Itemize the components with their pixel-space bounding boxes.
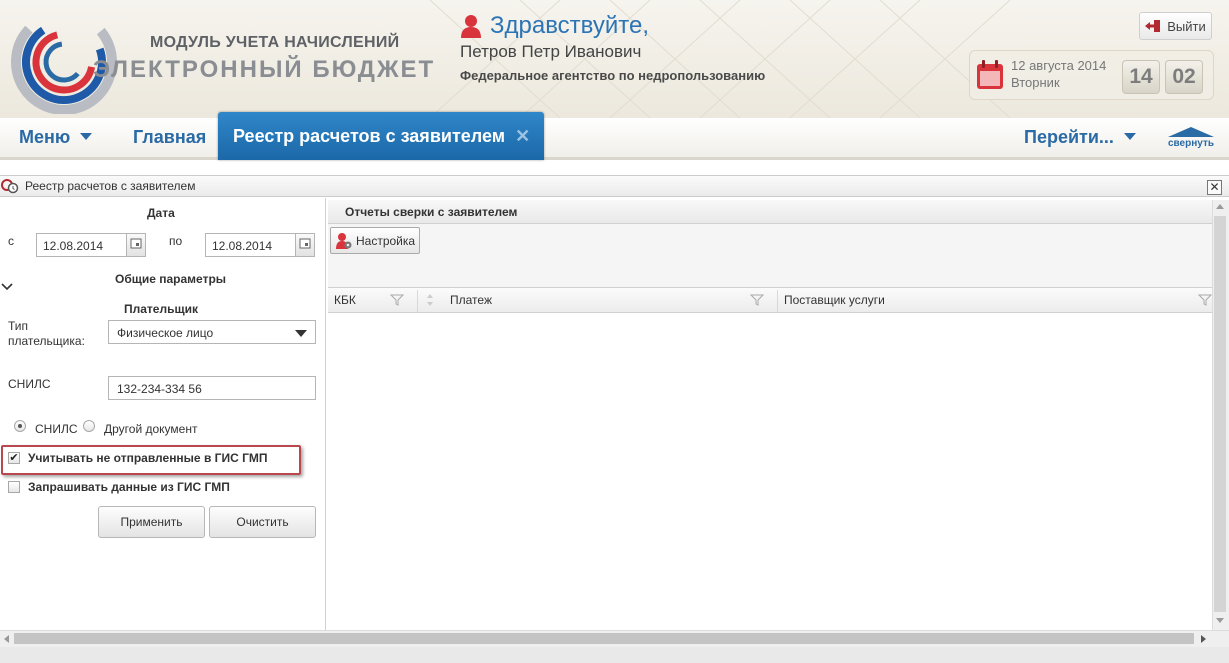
column-header-kbk[interactable]: КБК [334, 293, 356, 307]
vertical-scroll-thumb[interactable] [1214, 216, 1226, 612]
chevron-down-icon [80, 132, 93, 140]
close-tab-icon[interactable]: ✕ [515, 126, 530, 147]
settings-label: Настройка [356, 233, 416, 248]
user-name: Петров Петр Иванович [460, 42, 642, 61]
nav-menu-label: Меню [19, 127, 71, 147]
filter-icon[interactable] [1198, 293, 1212, 307]
current-weekday: Вторник [1011, 75, 1060, 90]
payer-section-title: Плательщик [124, 302, 198, 316]
footer-strip [0, 647, 1229, 663]
nav-menu[interactable]: Меню [19, 127, 93, 148]
column-header-provider[interactable]: Поставщик услуги [784, 293, 885, 307]
nav-home[interactable]: Главная [133, 127, 206, 148]
checkbox-request-label: Запрашивать данные из ГИС ГМП [28, 480, 230, 494]
payer-type-select[interactable]: Физическое лицо [108, 320, 316, 344]
scroll-right-icon[interactable] [1201, 635, 1206, 643]
settings-button[interactable]: Настройка [330, 227, 420, 254]
snils-label: СНИЛС [8, 377, 51, 391]
horizontal-scroll-thumb[interactable] [14, 633, 1194, 644]
snils-input[interactable]: 132-234-334 56 [108, 376, 316, 400]
payer-type-label-cont: плательщика: [8, 334, 85, 348]
radio-other-document[interactable] [83, 420, 95, 432]
agency-name: Федеральное агентство по недропользовани… [460, 68, 766, 83]
tab-registry-label: Реестр расчетов с заявителем [233, 125, 506, 146]
chevron-down-icon[interactable] [1, 282, 13, 292]
radio-snils[interactable] [14, 420, 26, 432]
date-from-label: с [8, 234, 14, 248]
clock-hours: 14 [1122, 60, 1160, 94]
calendar-picker-icon [299, 238, 311, 249]
logo-subtitle: МОДУЛЬ УЧЕТА НАЧИСЛЕНИЙ [150, 34, 400, 51]
grid-title: Отчеты сверки с заявителем [345, 205, 518, 219]
current-date: 12 августа 2014 [1011, 58, 1107, 73]
scroll-up-icon[interactable] [1216, 204, 1224, 209]
date-section-title: Дата [147, 206, 175, 220]
clock-minutes: 02 [1165, 60, 1203, 94]
grid-body [328, 313, 1212, 630]
logout-button[interactable]: Выйти [1139, 12, 1212, 40]
logout-label: Выйти [1167, 18, 1206, 34]
logo-title: ЭЛЕКТРОННЫЙ БЮДЖЕТ [93, 56, 436, 83]
apply-button[interactable]: Применить [98, 506, 205, 538]
checkbox-request[interactable] [8, 481, 20, 493]
grid-toolbar [328, 224, 1212, 288]
sort-icon[interactable] [426, 293, 434, 307]
tab-registry[interactable]: Реестр расчетов с заявителем ✕ [218, 112, 544, 160]
collapse-icon [1168, 127, 1214, 137]
radio-snils-label: СНИЛС [35, 422, 78, 436]
date-to-label: по [169, 234, 183, 248]
date-to-picker[interactable] [295, 233, 315, 257]
registry-icon [1, 179, 19, 194]
panel-title: Реестр расчетов с заявителем [25, 179, 196, 193]
column-divider[interactable] [777, 290, 778, 312]
date-from-picker[interactable] [126, 233, 146, 257]
radio-other-label: Другой документ [104, 422, 198, 436]
scroll-down-icon[interactable] [1216, 618, 1224, 623]
close-panel-icon[interactable]: ✕ [1207, 180, 1222, 195]
collapse-header-button[interactable]: свернуть [1166, 126, 1216, 154]
column-header-payment[interactable]: Платеж [450, 293, 492, 307]
checkbox-unsent[interactable]: ✔ [8, 452, 20, 464]
chevron-down-icon [1123, 132, 1136, 140]
user-settings-icon [336, 232, 352, 249]
checkbox-unsent-label: Учитывать не отправленные в ГИС ГМП [28, 451, 268, 465]
filter-icon[interactable] [390, 293, 404, 307]
collapse-label: свернуть [1167, 138, 1214, 149]
filter-icon[interactable] [750, 293, 764, 307]
filter-panel [0, 198, 326, 630]
calendar-icon [977, 60, 1003, 89]
payer-type-value: Физическое лицо [117, 326, 214, 340]
general-section-title: Общие параметры [115, 272, 227, 286]
user-icon [461, 15, 481, 38]
nav-goto[interactable]: Перейти... [1024, 127, 1136, 148]
dropdown-arrow-icon [295, 330, 307, 337]
nav-goto-label: Перейти... [1024, 127, 1114, 147]
greeting: Здравствуйте, [490, 12, 650, 39]
calendar-picker-icon [130, 238, 142, 249]
logout-icon [1145, 20, 1161, 32]
clear-button[interactable]: Очистить [209, 506, 316, 538]
column-divider[interactable] [417, 290, 418, 312]
scroll-left-icon[interactable] [4, 635, 9, 643]
payer-type-label: Тип [8, 319, 29, 333]
